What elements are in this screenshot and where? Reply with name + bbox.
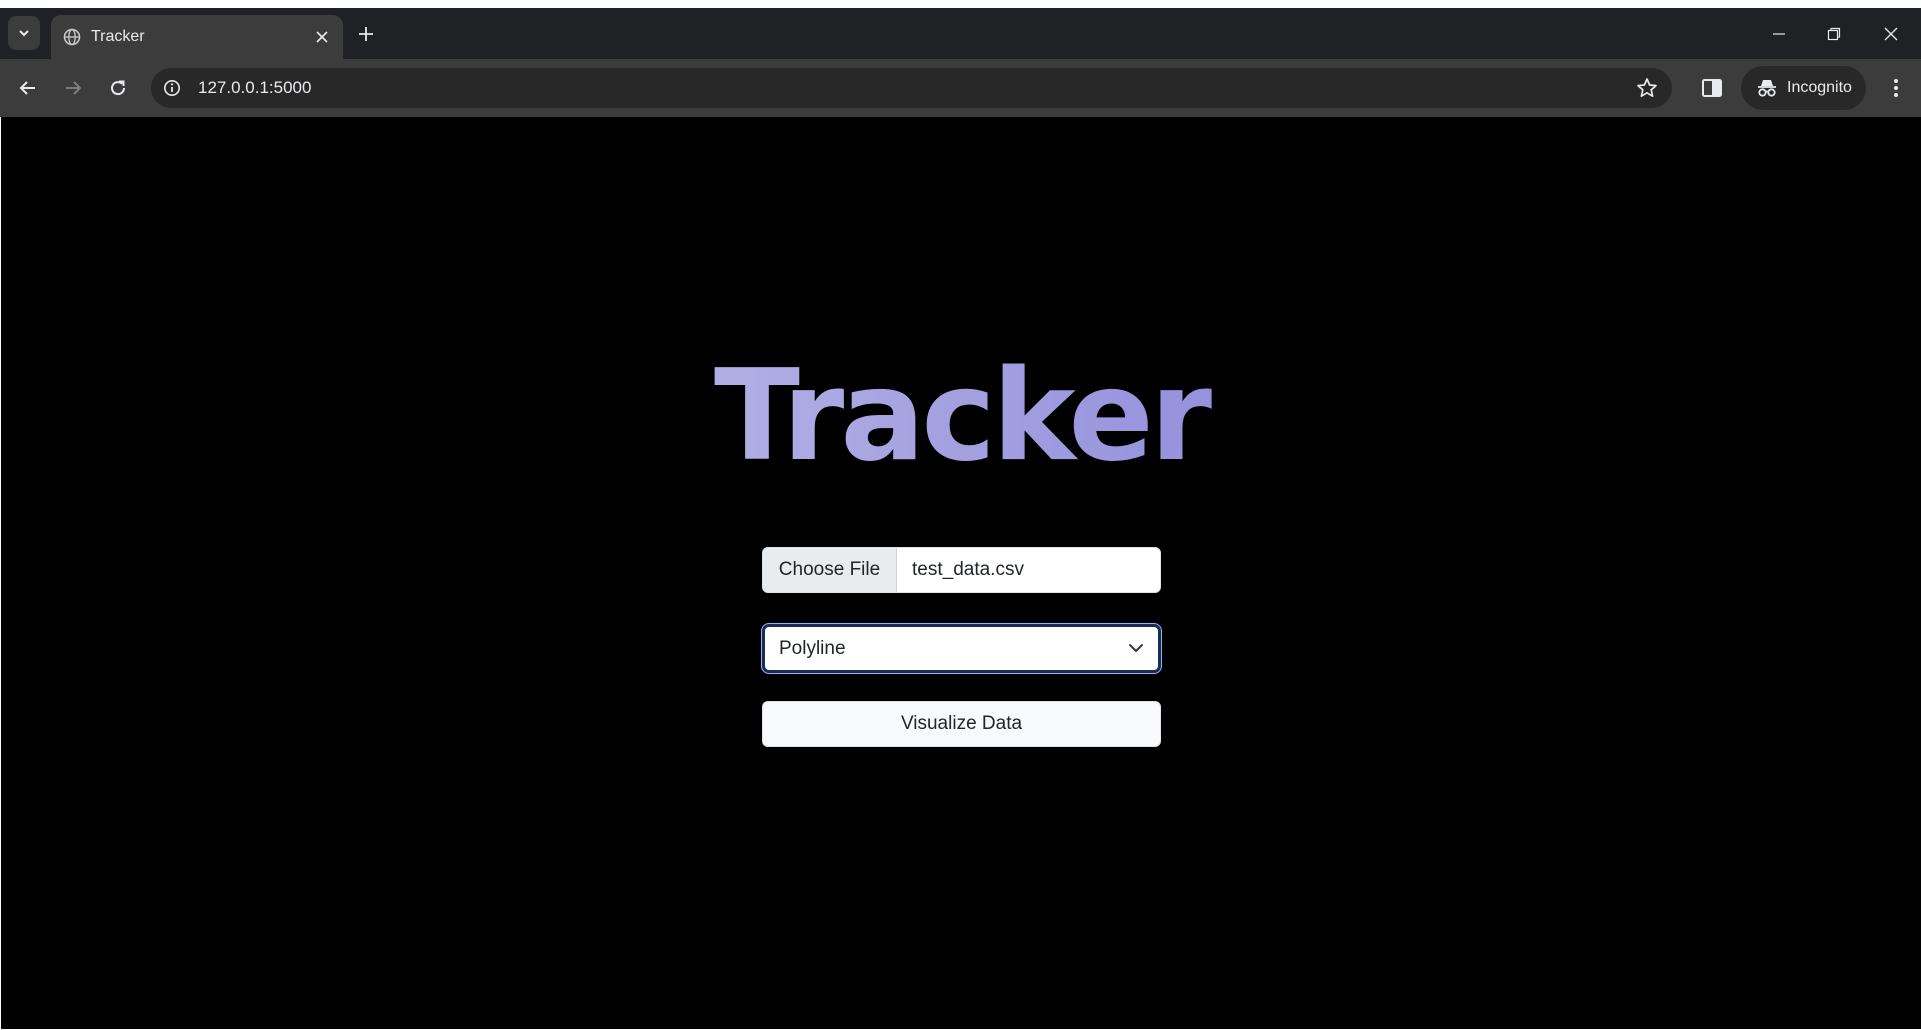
tab-tracker[interactable]: Tracker: [51, 15, 343, 59]
incognito-icon: [1758, 80, 1776, 97]
chevron-down-icon: [1129, 644, 1143, 652]
back-button[interactable]: [14, 74, 42, 102]
page-body: Tracker Choose File test_data.csv Polyli…: [1, 117, 1921, 1029]
chart-type-selected-value: Polyline: [779, 638, 846, 659]
side-panel-icon[interactable]: [1700, 76, 1724, 100]
minimize-icon: [1773, 33, 1785, 35]
selected-file-name: test_data.csv: [912, 559, 1024, 580]
tab-search-button[interactable]: [8, 16, 40, 50]
globe-icon: [63, 28, 81, 46]
restore-button[interactable]: [1821, 22, 1847, 46]
back-arrow-icon: [19, 81, 35, 95]
reload-icon: [111, 80, 126, 96]
file-input[interactable]: Choose File test_data.csv: [762, 547, 1161, 593]
top-strip: [0, 0, 1921, 8]
tab-bar: Tracker: [0, 8, 1921, 59]
new-tab-button[interactable]: [354, 22, 378, 46]
forward-arrow-icon: [66, 81, 82, 95]
minimize-button[interactable]: [1766, 22, 1792, 46]
window-close-icon: [1884, 27, 1898, 41]
choose-file-button[interactable]: Choose File: [763, 548, 897, 592]
reload-button[interactable]: [104, 74, 132, 102]
star-icon[interactable]: [1636, 77, 1658, 99]
info-icon[interactable]: [163, 79, 181, 97]
page-viewport: Tracker Choose File test_data.csv Polyli…: [0, 117, 1921, 1030]
tab-title: Tracker: [91, 28, 145, 45]
kebab-menu-icon[interactable]: [1884, 76, 1908, 100]
incognito-profile-button[interactable]: Incognito: [1741, 66, 1866, 110]
window-close-button[interactable]: [1878, 22, 1904, 46]
address-url[interactable]: 127.0.0.1:5000: [198, 78, 311, 98]
screen: Tracker 127.0.0.1:5000 Incognito Tracker…: [0, 0, 1921, 1030]
incognito-label: Incognito: [1787, 79, 1852, 96]
tab-search-icon: [19, 30, 29, 37]
address-bar[interactable]: 127.0.0.1:5000: [151, 68, 1672, 108]
visualize-data-button[interactable]: Visualize Data: [762, 701, 1161, 747]
plus-icon: [359, 27, 373, 41]
page-title: Tracker: [1, 341, 1921, 491]
forward-button[interactable]: [59, 74, 87, 102]
tab-close-button[interactable]: [311, 26, 333, 48]
close-icon: [316, 31, 328, 43]
chart-type-select[interactable]: Polyline: [762, 624, 1161, 673]
browser-toolbar: 127.0.0.1:5000 Incognito: [0, 59, 1921, 117]
restore-icon: [1827, 27, 1841, 41]
